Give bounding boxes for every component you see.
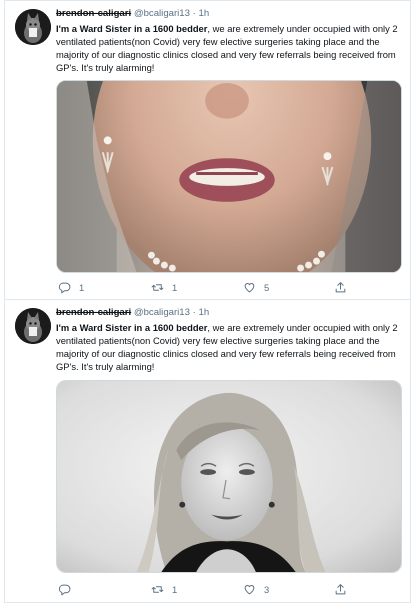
tweet-1[interactable]: brendon-caligari @bcaligari13 · 1h I'm a… [4,0,411,300]
like-button[interactable]: 3 [243,582,269,596]
separator: · [192,8,196,19]
timestamp[interactable]: 1h [199,8,210,19]
tweet-text-bold: I'm a Ward Sister in a 1600 bedder [56,322,208,333]
author-handle[interactable]: @bcaligari13 [134,307,190,318]
tweet-actions: 1 3 [56,582,370,596]
reply-icon [58,282,71,293]
share-button[interactable] [334,582,347,596]
reply-button[interactable] [58,582,79,596]
heart-icon [244,584,255,594]
tweet-2[interactable]: brendon-caligari @bcaligari13 · 1h I'm a… [4,300,411,603]
retweet-count: 1 [172,583,178,595]
timestamp[interactable]: 1h [199,307,210,318]
share-icon [335,281,346,292]
tweet-text: I'm a Ward Sister in a 1600 bedder, we a… [56,321,402,373]
tweet-image[interactable] [56,380,402,573]
avatar[interactable] [15,308,51,344]
reply-icon [58,584,71,595]
reply-button[interactable]: 1 [58,280,84,294]
retweet-count: 1 [172,281,178,293]
like-count: 5 [264,281,270,293]
heart-icon [244,282,255,292]
tweet-image[interactable] [56,80,402,273]
retweet-button[interactable]: 1 [151,582,177,596]
tweet-text: I'm a Ward Sister in a 1600 bedder, we a… [56,22,402,74]
share-button[interactable] [334,280,347,294]
retweet-button[interactable]: 1 [151,280,177,294]
share-icon [335,583,346,594]
tweet-actions: 1 1 5 [56,280,370,294]
author-handle[interactable]: @bcaligari13 [134,8,190,19]
separator: · [192,307,196,318]
retweet-icon [151,585,164,593]
author-name[interactable]: brendon-caligari [56,8,131,19]
author-name[interactable]: brendon-caligari [56,307,131,318]
like-count: 3 [264,583,270,595]
tweet-header: brendon-caligari @bcaligari13 · 1h [56,306,402,320]
tweet-header: brendon-caligari @bcaligari13 · 1h [56,7,402,21]
avatar[interactable] [15,9,51,45]
retweet-icon [151,283,164,291]
like-button[interactable]: 5 [243,280,269,294]
reply-count: 1 [79,281,85,293]
tweet-text-bold: I'm a Ward Sister in a 1600 bedder [56,23,208,34]
